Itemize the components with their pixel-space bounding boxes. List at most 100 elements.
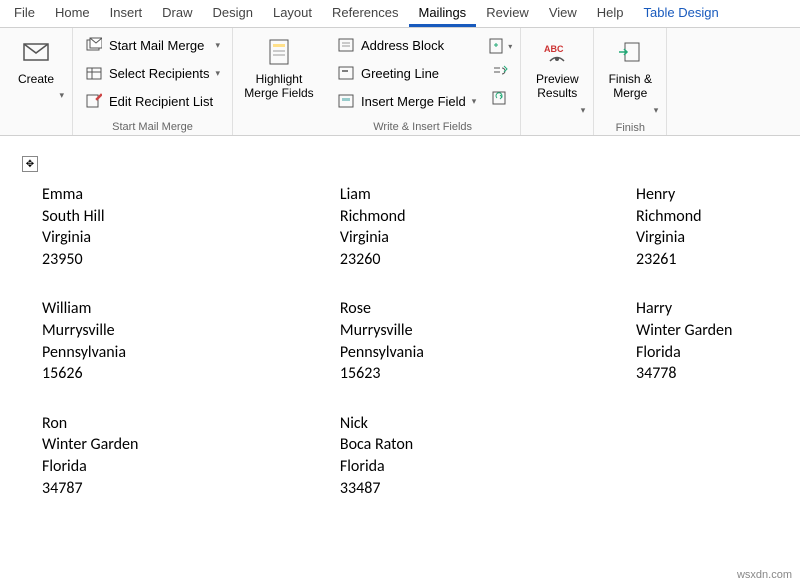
- greeting-line-button[interactable]: Greeting Line: [331, 60, 482, 86]
- tab-home[interactable]: Home: [45, 1, 100, 26]
- finish-label: Finish & Merge: [602, 72, 658, 101]
- label-block: Liam Richmond Virginia 23260: [340, 184, 636, 270]
- label-block: Rose Murrysville Pennsylvania 15623: [340, 298, 636, 384]
- label-state: Pennsylvania: [42, 342, 340, 364]
- label-name: Ron: [42, 413, 340, 435]
- highlight-icon: [267, 36, 291, 68]
- tab-design[interactable]: Design: [203, 1, 263, 26]
- label-block: Nick Boca Raton Florida 33487: [340, 413, 636, 499]
- label-state: Virginia: [340, 227, 636, 249]
- chevron-down-icon: ▾: [215, 40, 220, 51]
- edit-recipient-list-button[interactable]: Edit Recipient List: [79, 88, 226, 114]
- label-zip: 23950: [42, 249, 340, 271]
- label-zip: 33487: [340, 478, 636, 500]
- watermark: wsxdn.com: [737, 569, 792, 581]
- labels-table[interactable]: Emma South Hill Virginia 23950 William M…: [42, 184, 784, 499]
- label-block: Henry Richmond Virginia 23261: [636, 184, 784, 270]
- label-zip: 34787: [42, 478, 340, 500]
- tab-help[interactable]: Help: [587, 1, 634, 26]
- label-name: Henry: [636, 184, 784, 206]
- tab-layout[interactable]: Layout: [263, 1, 322, 26]
- match-fields-icon: [491, 63, 509, 81]
- create-envelopes-button[interactable]: Create ▾: [6, 32, 66, 105]
- tab-file[interactable]: File: [4, 1, 45, 26]
- tab-insert[interactable]: Insert: [100, 1, 153, 26]
- label-city: Boca Raton: [340, 434, 636, 456]
- ribbon-group-fields: Address Block Greeting Line Insert Merge…: [325, 28, 521, 135]
- label-state: Virginia: [42, 227, 340, 249]
- tab-review[interactable]: Review: [476, 1, 539, 26]
- chevron-down-icon: ▾: [472, 96, 477, 107]
- label-zip: 15626: [42, 363, 340, 385]
- start-mail-merge-button[interactable]: Start Mail Merge ▾: [79, 32, 226, 58]
- greeting-line-icon: [337, 65, 355, 81]
- label-name: Liam: [340, 184, 636, 206]
- highlight-merge-fields-button[interactable]: Highlight Merge Fields: [239, 32, 319, 105]
- chevron-down-icon: ▾: [654, 105, 659, 116]
- chevron-down-icon: ▾: [508, 42, 512, 51]
- tab-draw[interactable]: Draw: [152, 1, 202, 26]
- label-city: Richmond: [636, 206, 784, 228]
- label-city: Murrysville: [340, 320, 636, 342]
- greeting-line-label: Greeting Line: [361, 66, 439, 81]
- label-city: Murrysville: [42, 320, 340, 342]
- label-block: Harry Winter Garden Florida 34778: [636, 298, 784, 384]
- preview-results-button[interactable]: ABC Preview Results ▾: [527, 32, 587, 120]
- ribbon-group-preview: ABC Preview Results ▾: [521, 28, 594, 135]
- label-name: Harry: [636, 298, 784, 320]
- menu-tabs: File Home Insert Draw Design Layout Refe…: [0, 0, 800, 28]
- envelope-icon: [23, 36, 49, 68]
- label-state: Florida: [636, 342, 784, 364]
- label-zip: 34778: [636, 363, 784, 385]
- chevron-down-icon: ▾: [215, 68, 220, 79]
- preview-label: Preview Results: [529, 72, 585, 101]
- highlight-label: Highlight Merge Fields: [241, 72, 317, 101]
- mail-merge-icon: [85, 37, 103, 53]
- svg-text:ABC: ABC: [544, 44, 564, 54]
- preview-icon: ABC: [542, 36, 572, 68]
- ribbon-group-finish: Finish & Merge ▾ Finish: [594, 28, 667, 135]
- table-move-handle[interactable]: ✥: [22, 156, 38, 172]
- chevron-down-icon: ▾: [59, 90, 64, 101]
- tab-view[interactable]: View: [539, 1, 587, 26]
- labels-column-1: Emma South Hill Virginia 23950 William M…: [42, 184, 340, 499]
- recipients-icon: [85, 65, 103, 81]
- ribbon-group-highlight: Highlight Merge Fields: [233, 28, 325, 135]
- label-block: Emma South Hill Virginia 23950: [42, 184, 340, 270]
- finish-group-label: Finish: [600, 120, 660, 134]
- ribbon-group-start-merge: Start Mail Merge ▾ Select Recipients ▾ E…: [73, 28, 233, 135]
- label-zip: 23260: [340, 249, 636, 271]
- finish-icon: [617, 36, 643, 68]
- insert-field-icon: [337, 93, 355, 109]
- label-name: William: [42, 298, 340, 320]
- select-recipients-label: Select Recipients: [109, 66, 209, 81]
- label-city: Winter Garden: [636, 320, 784, 342]
- rules-button[interactable]: ▾: [488, 34, 512, 58]
- label-zip: 15623: [340, 363, 636, 385]
- match-fields-button[interactable]: [488, 60, 512, 84]
- label-city: South Hill: [42, 206, 340, 228]
- update-labels-button[interactable]: [488, 86, 512, 110]
- finish-merge-button[interactable]: Finish & Merge ▾: [600, 32, 660, 120]
- tab-table-design[interactable]: Table Design: [634, 1, 729, 26]
- tab-references[interactable]: References: [322, 1, 408, 26]
- address-block-button[interactable]: Address Block: [331, 32, 482, 58]
- label-city: Richmond: [340, 206, 636, 228]
- tab-mailings[interactable]: Mailings: [409, 1, 477, 27]
- label-state: Florida: [340, 456, 636, 478]
- label-state: Florida: [42, 456, 340, 478]
- create-label: Create: [18, 72, 54, 86]
- label-block: Ron Winter Garden Florida 34787: [42, 413, 340, 499]
- edit-list-icon: [85, 93, 103, 109]
- label-block: William Murrysville Pennsylvania 15626: [42, 298, 340, 384]
- ribbon-group-create: Create ▾: [0, 28, 73, 135]
- update-labels-icon: [491, 89, 509, 107]
- edit-recipient-list-label: Edit Recipient List: [109, 94, 213, 109]
- labels-column-2: Liam Richmond Virginia 23260 Rose Murrys…: [340, 184, 636, 499]
- address-block-label: Address Block: [361, 38, 444, 53]
- fields-group-label: Write & Insert Fields: [331, 119, 514, 133]
- insert-merge-field-button[interactable]: Insert Merge Field ▾: [331, 88, 482, 114]
- label-state: Pennsylvania: [340, 342, 636, 364]
- select-recipients-button[interactable]: Select Recipients ▾: [79, 60, 226, 86]
- label-name: Emma: [42, 184, 340, 206]
